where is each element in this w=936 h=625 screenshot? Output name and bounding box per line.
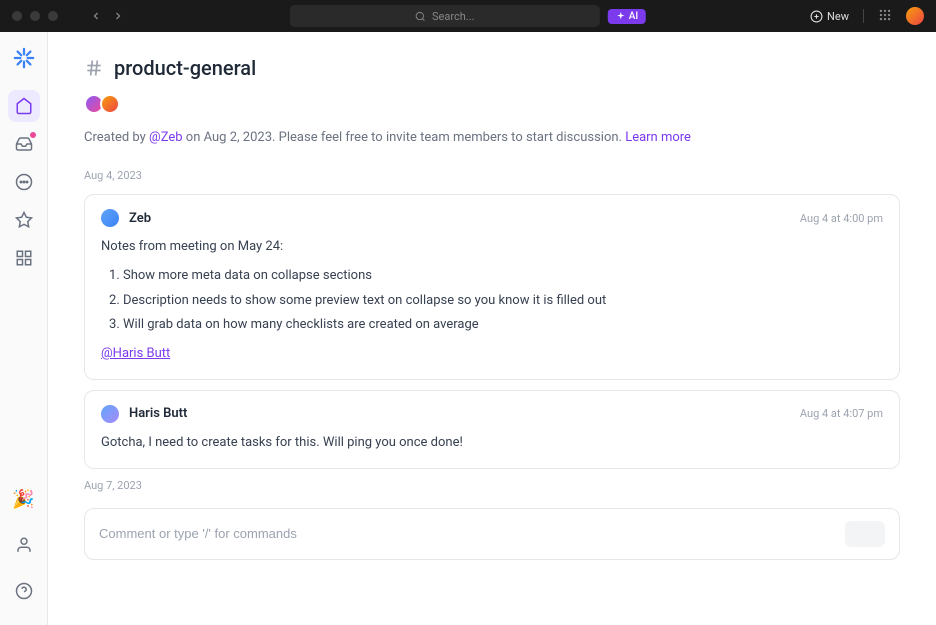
sidebar-invite[interactable] [8,529,40,561]
more-icon [15,173,33,191]
notification-dot-icon [30,132,36,138]
send-button[interactable] [845,521,885,547]
hash-icon [84,58,104,78]
composer [84,508,900,560]
message-avatar [101,405,119,423]
message-timestamp: Aug 4 at 4:00 pm [800,212,883,225]
maximize-window-icon[interactable] [48,11,58,21]
channel-header: product-general [84,56,900,80]
message-author: Zeb [129,211,151,226]
apps-button[interactable] [878,7,892,26]
meta-text: Created by [84,130,149,145]
user-mention[interactable]: @Haris Butt [101,346,170,361]
star-icon [15,211,33,229]
sidebar-favorites[interactable] [8,204,40,236]
nav-forward-button[interactable] [108,6,128,26]
search-icon [415,11,426,22]
search-input[interactable]: Search... [290,5,600,27]
channel-meta: Created by @Zeb on Aug 2, 2023. Please f… [84,130,900,145]
message-card: Haris Butt Aug 4 at 4:07 pm Gotcha, I ne… [84,390,900,469]
message-body: Notes from meeting on May 24: Show more … [101,237,883,365]
ai-button[interactable]: AI [608,9,646,24]
comment-input[interactable] [99,526,845,541]
divider [863,9,864,23]
titlebar: Search... AI New [0,0,936,32]
message-author: Haris Butt [129,406,187,421]
learn-more-link[interactable]: Learn more [625,130,691,145]
grid-icon [878,8,892,22]
user-avatar[interactable] [906,7,924,25]
sidebar-home[interactable] [8,90,40,122]
sidebar-inbox[interactable] [8,128,40,160]
member-avatar [100,94,120,114]
message-body: Gotcha, I need to create tasks for this.… [101,433,883,454]
sparkle-icon [616,11,626,21]
main-content: product-general Created by @Zeb on Aug 2… [48,32,936,625]
new-button[interactable]: New [810,10,849,23]
date-separator: Aug 4, 2023 [84,169,900,182]
creator-link[interactable]: @Zeb [149,130,183,145]
search-placeholder: Search... [432,10,475,23]
inbox-icon [15,135,33,153]
nav-back-button[interactable] [86,6,106,26]
date-separator: Aug 7, 2023 [84,479,900,492]
app-logo[interactable] [10,44,38,72]
user-icon [15,536,33,554]
close-window-icon[interactable] [12,11,22,21]
list-item: Show more meta data on collapse sections [123,266,883,287]
home-icon [15,97,33,115]
message-text: Notes from meeting on May 24: [101,237,883,258]
list-item: Will grab data on how many checklists ar… [123,315,883,336]
sidebar-more[interactable] [8,166,40,198]
plus-circle-icon [810,10,823,23]
channel-name: product-general [114,56,256,80]
ai-label: AI [629,11,638,22]
channel-members[interactable] [84,94,900,114]
message-avatar [101,209,119,227]
list-item: Description needs to show some preview t… [123,291,883,312]
message-card: Zeb Aug 4 at 4:00 pm Notes from meeting … [84,194,900,380]
rocket-icon: 🎉 [12,489,34,510]
meta-text: on Aug 2, 2023. Please feel free to invi… [183,130,626,145]
sidebar-upgrade[interactable]: 🎉 [8,483,40,515]
dashboard-icon [15,249,33,267]
message-timestamp: Aug 4 at 4:07 pm [800,407,883,420]
logo-icon [13,47,35,69]
help-icon [15,582,33,600]
window-controls [12,11,58,21]
minimize-window-icon[interactable] [30,11,40,21]
sidebar: 🎉 [0,32,48,625]
sidebar-dashboards[interactable] [8,242,40,274]
new-label: New [827,10,849,23]
sidebar-help[interactable] [8,575,40,607]
